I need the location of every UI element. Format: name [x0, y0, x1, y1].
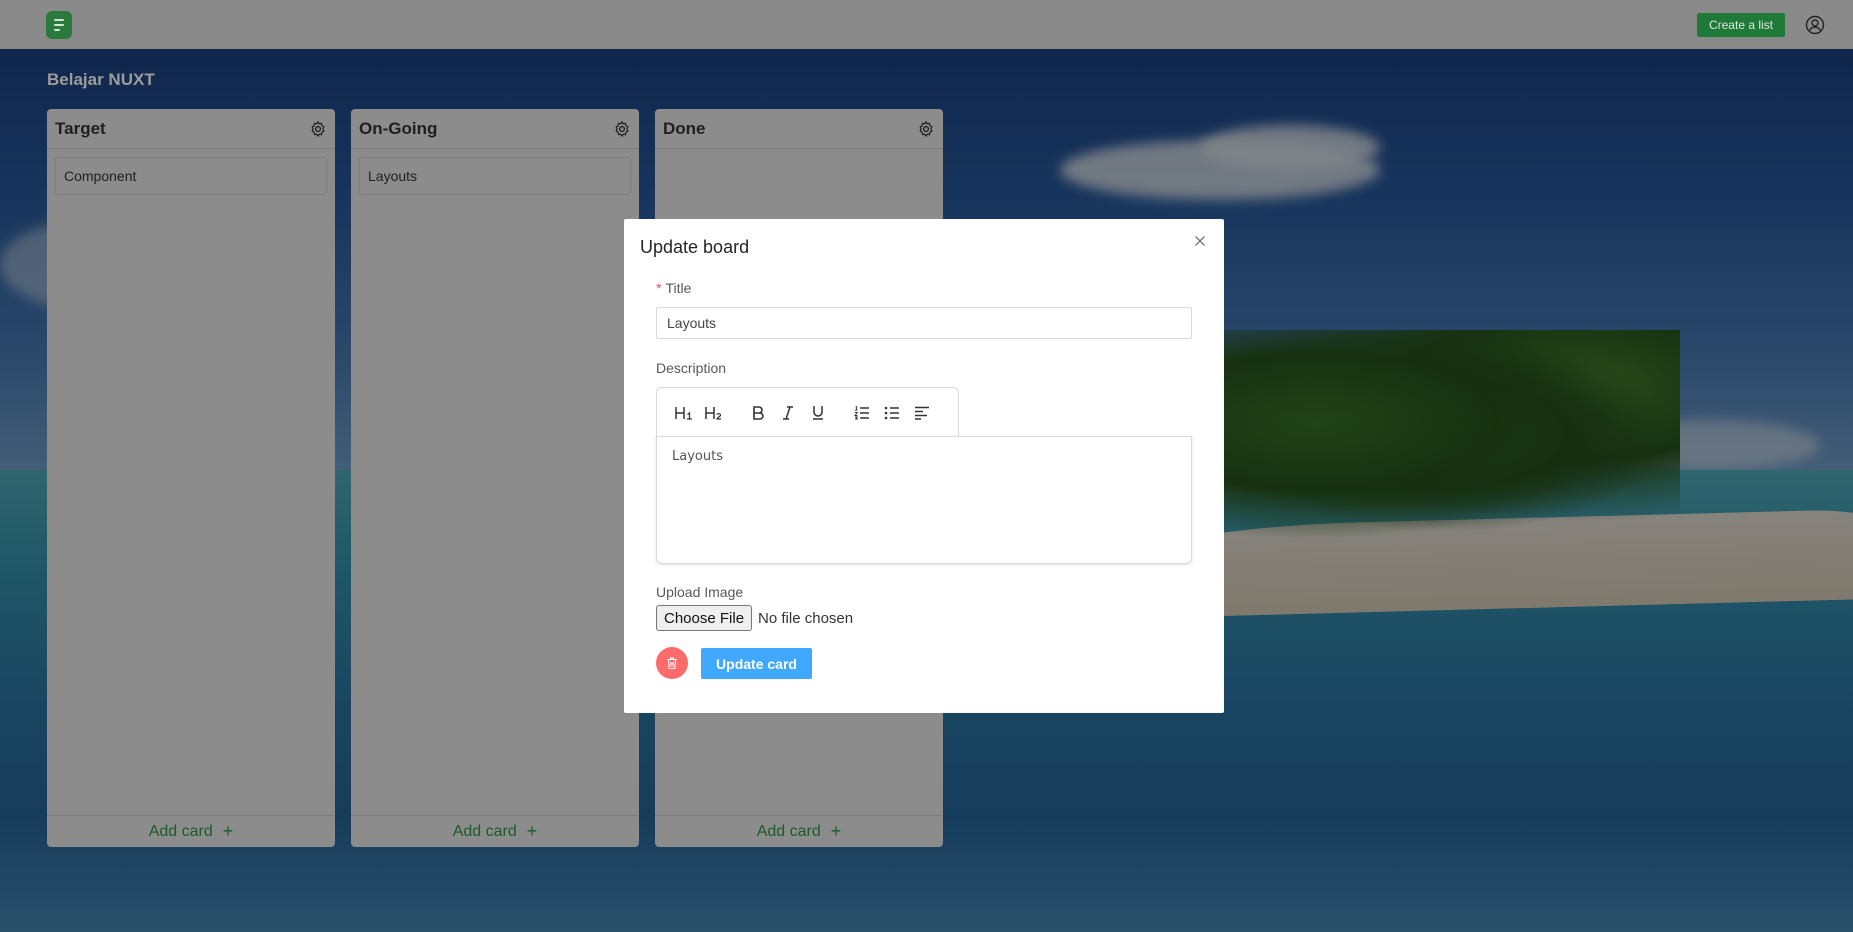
gear-icon[interactable] — [309, 120, 327, 138]
plus-icon: + — [222, 821, 234, 841]
heading-1-icon[interactable] — [669, 398, 699, 428]
column-header: Target — [47, 109, 335, 149]
choose-file-button[interactable]: Choose File — [656, 605, 753, 631]
card-item[interactable]: Component — [55, 157, 327, 195]
editor-toolbar — [656, 387, 959, 437]
bold-icon[interactable] — [743, 398, 773, 428]
create-list-button[interactable]: Create a list — [1696, 12, 1785, 37]
plus-icon: + — [526, 821, 538, 841]
column-title: Done — [663, 118, 706, 138]
file-input: Choose File No file chosen — [656, 605, 853, 631]
column-target: Target Component Add card + — [47, 109, 335, 847]
add-card-label: Add card — [756, 822, 821, 840]
heading-2-icon[interactable] — [699, 398, 729, 428]
file-status: No file chosen — [758, 609, 854, 627]
add-card-button[interactable]: Add card + — [47, 815, 335, 847]
list-document-icon[interactable] — [46, 10, 72, 39]
add-card-button[interactable]: Add card + — [351, 815, 639, 847]
column-title: Target — [55, 118, 106, 138]
user-circle-icon[interactable] — [1805, 15, 1825, 35]
update-card-button[interactable]: Update card — [701, 648, 812, 679]
description-label: Description — [656, 360, 727, 376]
top-navbar: Create a list — [0, 0, 1853, 49]
gear-icon[interactable] — [917, 120, 935, 138]
ordered-list-icon[interactable] — [847, 398, 877, 428]
card-item[interactable]: Layouts — [359, 157, 631, 195]
bullet-list-icon[interactable] — [877, 398, 907, 428]
delete-button[interactable] — [656, 647, 688, 679]
column-title: On-Going — [359, 118, 438, 138]
title-label-text: Title — [665, 280, 692, 296]
board-title: Belajar NUXT — [47, 70, 155, 89]
close-icon[interactable] — [1192, 233, 1208, 249]
align-left-icon[interactable] — [907, 398, 937, 428]
italic-icon[interactable] — [773, 398, 803, 428]
gear-icon[interactable] — [613, 120, 631, 138]
update-board-modal: Update board *Title Layouts Description — [624, 219, 1224, 713]
modal-title: Update board — [640, 237, 750, 257]
trash-icon — [667, 657, 677, 670]
title-label: * Title — [656, 280, 691, 296]
title-input[interactable]: Layouts — [656, 307, 1192, 339]
column-header: On-Going — [351, 109, 639, 149]
column-header: Done — [655, 109, 943, 149]
column-on-going: On-Going Layouts Add card + — [351, 109, 639, 847]
add-card-button[interactable]: Add card + — [655, 815, 943, 847]
description-editor[interactable]: Layouts — [656, 436, 1192, 564]
add-card-label: Add card — [148, 822, 213, 840]
underline-icon[interactable] — [803, 398, 833, 428]
required-mark: * — [656, 280, 662, 296]
upload-image-label: Upload Image — [656, 584, 744, 600]
plus-icon: + — [830, 821, 842, 841]
add-card-label: Add card — [452, 822, 517, 840]
